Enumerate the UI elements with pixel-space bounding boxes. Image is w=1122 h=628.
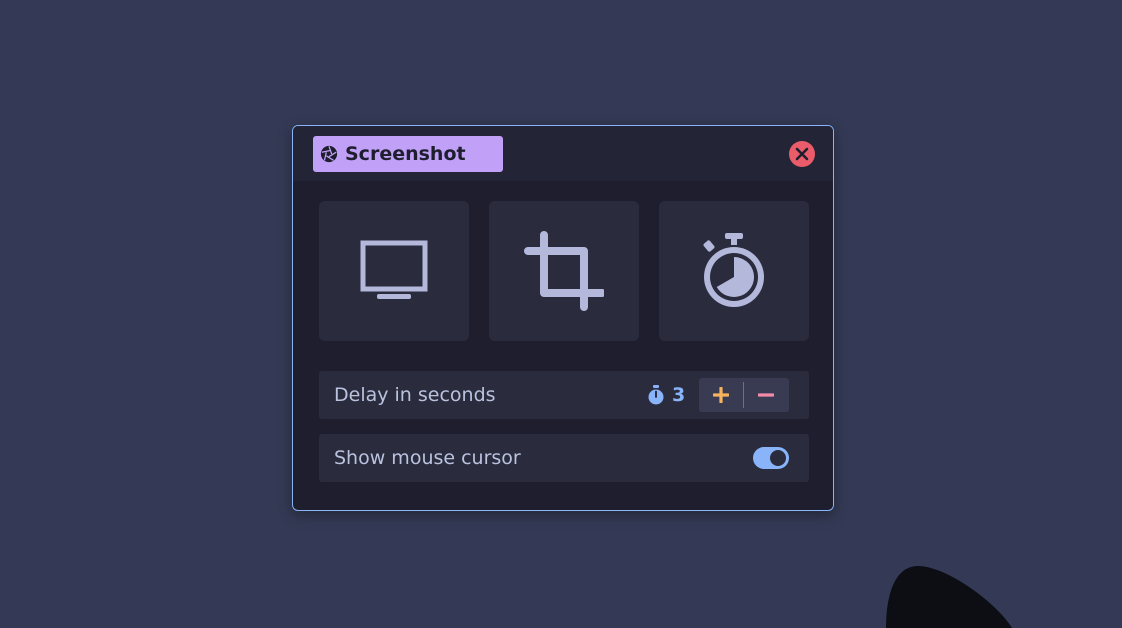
toggle-knob	[770, 450, 786, 466]
mouse-cursor-toggle[interactable]	[753, 447, 789, 469]
timer-capture-button[interactable]	[659, 201, 809, 341]
delay-value: 3	[672, 384, 686, 406]
delay-stepper	[699, 378, 789, 412]
crop-icon	[524, 231, 604, 311]
pointer-shadow-shape	[886, 566, 1012, 628]
close-icon	[795, 147, 809, 161]
delay-value-display: 3	[647, 384, 685, 406]
desktop: Screenshot Delay in seconds 3 Show mouse…	[0, 0, 1122, 628]
plus-icon	[713, 387, 729, 403]
aperture-icon	[320, 145, 338, 163]
fullscreen-capture-button[interactable]	[319, 201, 469, 341]
monitor-icon	[360, 240, 428, 299]
decrease-delay-button[interactable]	[744, 378, 788, 412]
delay-row: Delay in seconds 3	[319, 371, 809, 419]
stopwatch-small-icon	[648, 385, 664, 405]
region-capture-button[interactable]	[489, 201, 639, 341]
delay-label: Delay in seconds	[334, 384, 496, 406]
minus-icon	[758, 393, 774, 397]
stopwatch-icon	[703, 233, 764, 307]
window-title-text: Screenshot	[345, 143, 466, 165]
screenshot-dialog: Screenshot Delay in seconds 3 Show mouse…	[292, 125, 834, 511]
mouse-cursor-label: Show mouse cursor	[334, 447, 521, 469]
close-button[interactable]	[789, 141, 815, 167]
window-title: Screenshot	[313, 136, 503, 172]
mouse-cursor-row: Show mouse cursor	[319, 434, 809, 482]
increase-delay-button[interactable]	[699, 378, 743, 412]
titlebar: Screenshot	[293, 126, 833, 181]
